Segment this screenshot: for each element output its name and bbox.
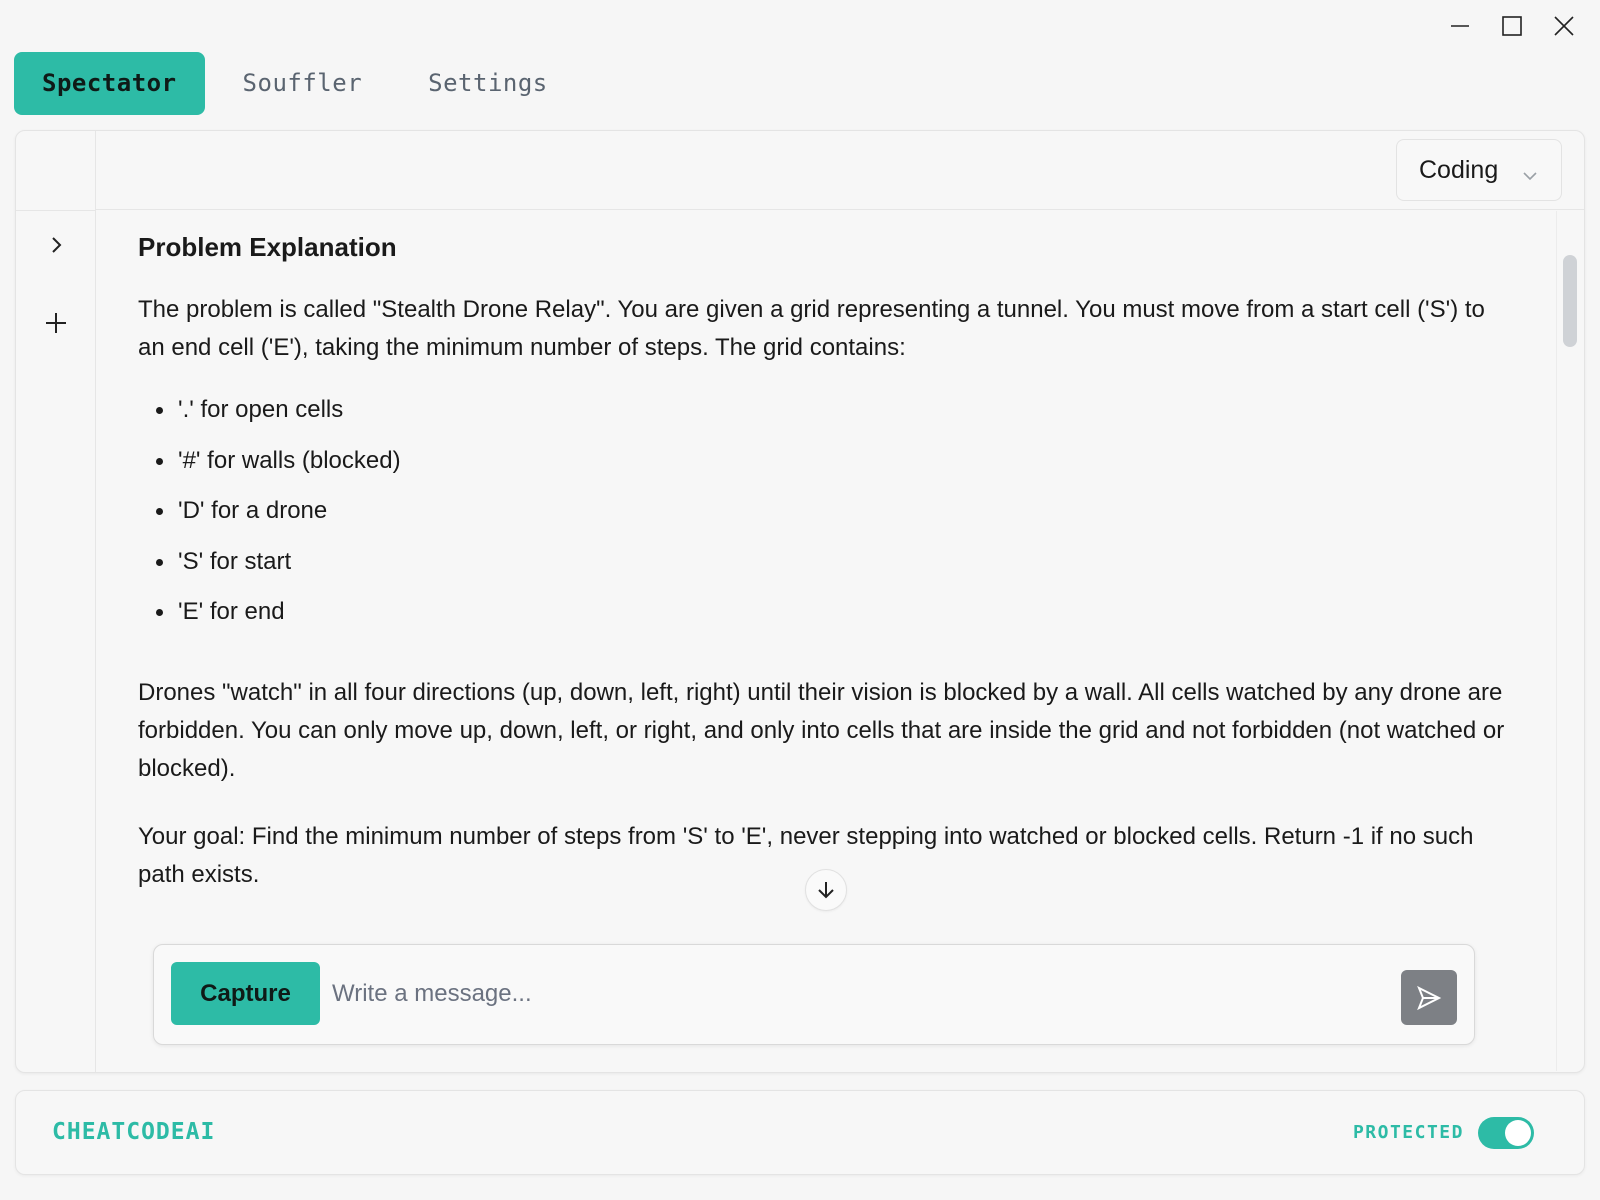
- message-composer: Capture: [153, 944, 1475, 1045]
- list-item: 'D' for a drone: [156, 494, 1508, 545]
- scrollbar-thumb[interactable]: [1563, 255, 1577, 347]
- status-footer: CHEATCODEAI PROTECTED: [15, 1090, 1585, 1175]
- close-icon: [1554, 16, 1574, 36]
- capture-button[interactable]: Capture: [171, 962, 320, 1025]
- mode-select[interactable]: Coding: [1396, 139, 1562, 201]
- protected-toggle[interactable]: [1478, 1117, 1534, 1149]
- window-controls: [1434, 8, 1590, 44]
- maximize-button[interactable]: [1486, 8, 1538, 44]
- plus-icon: [46, 313, 66, 333]
- message-input[interactable]: [332, 965, 1372, 1023]
- left-rail: [16, 131, 96, 1072]
- list-item: '.' for open cells: [156, 393, 1508, 444]
- new-chat-button[interactable]: [40, 307, 72, 339]
- message-content: Problem Explanation The problem is calle…: [138, 231, 1508, 924]
- tab-settings[interactable]: Settings: [400, 52, 576, 115]
- protected-label: PROTECTED: [1352, 1122, 1464, 1143]
- list-item: 'S' for start: [156, 545, 1508, 596]
- minimize-icon: [1451, 25, 1469, 27]
- tab-souffler[interactable]: Souffler: [215, 52, 391, 115]
- minimize-button[interactable]: [1434, 8, 1486, 44]
- grid-legend-list: '.' for open cells '#' for walls (blocke…: [156, 393, 1508, 646]
- rules-paragraph: Drones "watch" in all four directions (u…: [138, 678, 1505, 782]
- chevron-down-icon: [1523, 172, 1537, 181]
- tab-spectator[interactable]: Spectator: [14, 52, 205, 115]
- close-button[interactable]: [1538, 8, 1590, 44]
- list-item: 'E' for end: [156, 595, 1508, 646]
- main-panel: Coding Problem Explanation The problem i…: [15, 130, 1585, 1073]
- send-icon: [1417, 985, 1442, 1010]
- expand-sidebar-button[interactable]: [40, 229, 72, 261]
- list-item: '#' for walls (blocked): [156, 444, 1508, 495]
- brand-logo-text: CHEATCODEAI: [52, 1119, 216, 1145]
- send-button[interactable]: [1401, 970, 1457, 1025]
- content-heading: Problem Explanation: [138, 232, 397, 262]
- scroll-to-bottom-button[interactable]: [805, 869, 847, 911]
- rail-divider: [16, 210, 96, 211]
- intro-paragraph: The problem is called "Stealth Drone Rel…: [138, 296, 1485, 361]
- tab-bar: Spectator Souffler Settings: [14, 52, 586, 115]
- arrow-down-icon: [818, 882, 834, 899]
- panel-top-bar: Coding: [96, 131, 1584, 210]
- mode-select-value: Coding: [1419, 155, 1499, 184]
- chevron-right-icon: [52, 237, 62, 253]
- toggle-knob: [1505, 1120, 1531, 1146]
- maximize-icon: [1502, 16, 1522, 36]
- app-window: Spectator Souffler Settings Coding Probl…: [0, 0, 1600, 1200]
